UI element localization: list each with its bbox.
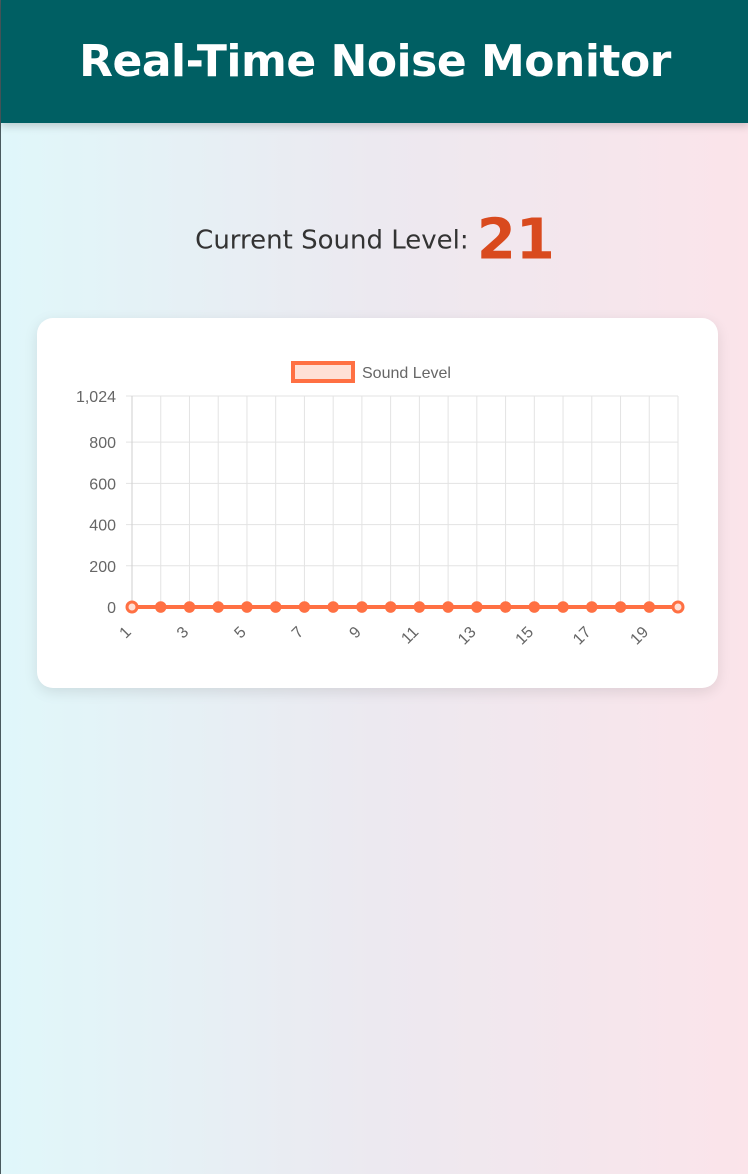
x-tick-label: 11	[398, 624, 422, 648]
sound-level-point	[557, 601, 569, 613]
sound-level-readout: Current Sound Level: 21	[1, 205, 748, 275]
x-tick-label: 5	[231, 624, 249, 642]
sound-level-point	[499, 601, 512, 613]
sound-level-point	[471, 601, 483, 613]
sound-level-label: Current Sound Level:	[195, 225, 469, 256]
sound-level-point	[298, 601, 311, 613]
legend-label: Sound Level	[362, 365, 451, 382]
sound-level-point	[413, 601, 426, 613]
x-tick-label: 7	[289, 624, 307, 642]
chart-grid	[126, 395, 679, 613]
app-header: Real-Time Noise Monitor	[1, 0, 748, 123]
sound-level-point	[586, 601, 598, 613]
x-tick-label: 19	[627, 624, 652, 649]
sound-level-point	[125, 600, 139, 614]
x-tick-label: 9	[346, 624, 364, 642]
chart-legend: Sound Level	[291, 361, 451, 383]
sound-level-point	[241, 601, 253, 613]
y-tick-label: 1,024	[76, 389, 116, 406]
x-tick-label: 1	[117, 624, 135, 642]
x-tick-label: 17	[570, 624, 595, 649]
sound-level-point	[614, 601, 627, 613]
legend-swatch	[291, 361, 355, 383]
x-tick-label: 13	[455, 624, 480, 649]
x-tick-label: 15	[513, 624, 538, 649]
sound-level-point	[356, 601, 368, 613]
sound-level-point	[643, 601, 656, 613]
sound-level-point	[384, 601, 397, 613]
sound-level-point	[671, 600, 685, 614]
chart-card: 0 200 400 600 800 1,024 1 3 5 7 9 11 13 15 17 19 Sound …	[37, 318, 718, 688]
x-tick-label: 3	[174, 624, 192, 642]
y-tick-label: 600	[89, 476, 116, 493]
sound-level-point	[442, 601, 454, 613]
sound-level-point	[528, 601, 541, 613]
sound-level-value: 21	[476, 207, 555, 273]
sound-level-point	[212, 601, 224, 613]
sound-level-point	[154, 601, 167, 613]
sound-level-point	[327, 601, 339, 613]
y-tick-label: 200	[89, 559, 116, 576]
sound-level-point	[269, 601, 282, 613]
y-tick-label: 400	[89, 518, 116, 535]
y-tick-label: 800	[89, 435, 116, 452]
sound-level-chart: 02004006008001,0241 3 5 7 9 11 13 15 17 19 Sound …	[76, 361, 685, 649]
chart-series	[125, 600, 685, 614]
sound-level-point	[183, 601, 196, 613]
app-title: Real-Time Noise Monitor	[79, 36, 671, 87]
y-tick-label: 0	[107, 600, 116, 617]
